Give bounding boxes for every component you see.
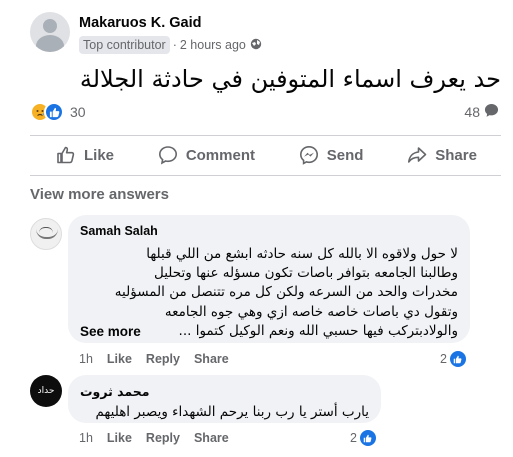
top-contributor-badge[interactable]: Top contributor [79,36,170,54]
see-more-link[interactable]: See more [80,322,141,341]
like-reaction-icon [449,351,466,367]
comment-bubble: Samah Salah لا حول ولاقوه الا بالله كل س… [68,215,470,343]
like-reaction-icon [359,430,376,446]
like-label: Like [84,146,115,164]
reaction-count: 30 [70,104,86,120]
post-time[interactable]: 2 hours ago [180,38,246,52]
comment-share-button[interactable]: Share [194,431,229,445]
share-button[interactable]: Share [407,145,477,165]
comment-line: والولادبتركب فيها حسبي الله ونعم الوكيل … [178,322,458,339]
like-button[interactable]: Like [56,145,114,165]
like-reaction-icon [44,102,64,122]
messenger-icon [299,145,318,165]
default-avatar-icon[interactable] [30,12,70,52]
post-actions-bar: Like Comment Send Share [30,138,501,172]
comment-count[interactable]: 48 [464,103,499,121]
avatar[interactable]: حداد [30,375,62,407]
comment-reply-button[interactable]: Reply [146,431,180,445]
comment-actions: 1h Like Reply Share [79,352,243,366]
comment-line: وطالبنا الجامعه بتوافر باصات تكون مسؤله … [153,265,458,282]
comment-actions: 1h Like Reply Share [79,431,243,445]
comment-bubble-icon [484,103,499,121]
avatar-text: حداد [37,386,55,396]
comment-reply-button[interactable]: Reply [146,352,180,366]
comment-button[interactable]: Comment [158,145,255,165]
comment-like-count-value: 2 [350,431,357,445]
comment-line: مخدرات والحد من السرعه ولكن كل مره تتنصل… [114,284,458,301]
comment-share-button[interactable]: Share [194,352,229,366]
comment-text: لا حول ولاقوه الا بالله كل سنه حادثه ابش… [80,245,458,341]
post-text: حد يعرف اسماء المتوفين في حادثة الجلالة [79,65,501,93]
share-label: Share [435,146,477,164]
comment-like-count[interactable]: 2 [350,430,376,446]
comment-text: يارب أستر يا رب ربنا يرحم الشهداء ويصبر … [95,404,369,420]
comment-time[interactable]: 1h [79,352,93,366]
comment-time[interactable]: 1h [79,431,93,445]
thumbs-up-icon [57,146,75,164]
commenter-name[interactable]: Samah Salah [80,223,458,239]
commenter-name[interactable]: محمد ثروت [80,384,150,400]
post-meta: Top contributor · 2 hours ago [79,36,262,54]
comment-like-button[interactable]: Like [107,431,132,445]
comment-like-button[interactable]: Like [107,352,132,366]
comment-like-count-value: 2 [440,352,447,366]
meta-separator: · [172,38,177,52]
comment-count-value: 48 [464,104,480,120]
comment-line: لا حول ولاقوه الا بالله كل سنه حادثه ابش… [146,246,458,262]
divider-bottom [30,175,501,176]
comment-like-count[interactable]: 2 [440,351,466,367]
reaction-summary[interactable]: 30 [30,102,86,122]
author-name[interactable]: Makaruos K. Gaid [79,14,262,33]
globe-icon [250,38,262,53]
post-header: Makaruos K. Gaid Top contributor · 2 hou… [30,12,262,54]
comment-icon [158,146,177,165]
send-button[interactable]: Send [299,145,364,165]
avatar[interactable] [30,218,62,250]
comment-last-line: See more والولادبتركب فيها حسبي الله ونع… [80,322,458,341]
view-more-answers-link[interactable]: View more answers [30,186,169,203]
author-block: Makaruos K. Gaid Top contributor · 2 hou… [79,12,262,54]
comment-label: Comment [185,146,255,164]
send-label: Send [326,146,364,164]
comment-line: وتقول دي باصات خاصه خاصه ازي وهي جوه الج… [164,303,458,320]
comment-bubble: محمد ثروت يارب أستر يا رب ربنا يرحم الشه… [68,375,381,423]
divider-top [30,135,501,136]
share-arrow-icon [408,147,427,163]
